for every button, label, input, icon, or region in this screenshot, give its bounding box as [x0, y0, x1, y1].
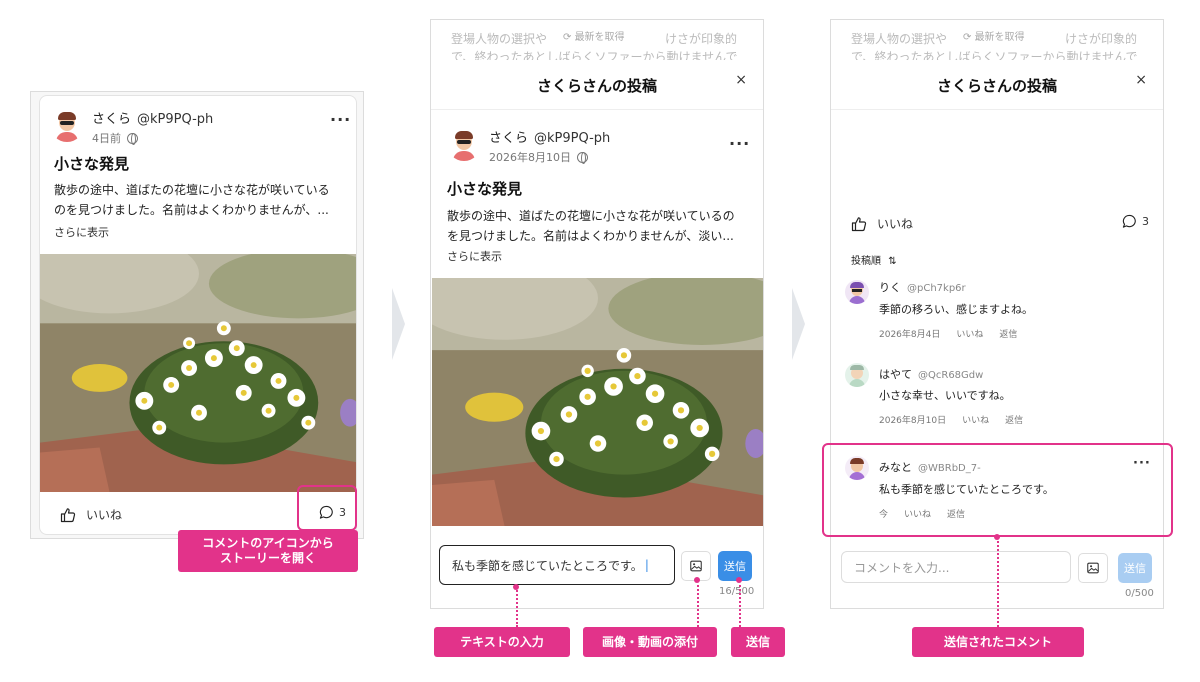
- send-button[interactable]: 送信: [718, 551, 752, 581]
- comment-input[interactable]: 私も季節を感じていたところです。 |: [439, 545, 675, 585]
- close-icon[interactable]: ×: [1135, 72, 1147, 88]
- modal-title: さくらさんの投稿: [536, 77, 657, 95]
- like-button[interactable]: いいね: [851, 215, 913, 232]
- callout-open-story: コメントのアイコンから ストーリーを開く: [178, 530, 358, 572]
- comment-meta: 2026年8月10日 いいね 返信: [879, 413, 1023, 426]
- sent-comment-highlight: [822, 443, 1173, 537]
- comment-text: 季節の移ろい、感じますよね。: [879, 303, 1033, 316]
- post-title: 小さな発見: [447, 180, 523, 198]
- comment-author: はやて @QcR68Gdw: [879, 368, 984, 381]
- comment-like-button[interactable]: いいね: [956, 327, 983, 340]
- close-icon[interactable]: ×: [735, 72, 747, 88]
- attach-image-button[interactable]: [1078, 553, 1108, 583]
- comment-input[interactable]: コメントを入力...: [841, 551, 1071, 583]
- post-author[interactable]: さくら @kP9PQ-ph 2026年8月10日: [447, 127, 610, 165]
- image-icon: [1086, 561, 1100, 575]
- modal-header: さくらさんの投稿 ×: [831, 60, 1163, 110]
- author-handle: @kP9PQ-ph: [137, 112, 214, 127]
- globe-icon: [127, 132, 138, 145]
- comment-count: 3: [1142, 215, 1149, 228]
- char-counter: 0/500: [1125, 588, 1154, 599]
- comment-meta: 2026年8月4日 いいね 返信: [879, 327, 1017, 340]
- show-more-link[interactable]: さらに表示: [447, 248, 502, 264]
- post-title: 小さな発見: [54, 155, 130, 173]
- post-card[interactable]: さくら @kP9PQ-ph 4日前 ··· 小さな発見 散歩の途中、道ばたの花壇に…: [39, 95, 357, 535]
- post-photo[interactable]: [40, 254, 357, 492]
- feed-card-frame: さくら @kP9PQ-ph 4日前 ··· 小さな発見 散歩の途中、道ばたの花壇に…: [30, 91, 364, 539]
- refresh-button[interactable]: ⟳ 最新を取得: [559, 28, 629, 43]
- callout-send: 送信: [731, 627, 785, 657]
- avatar[interactable]: [50, 108, 84, 142]
- comment-icon-highlight: [297, 485, 357, 531]
- post-photo[interactable]: [832, 112, 1164, 202]
- post-photo[interactable]: [432, 278, 764, 526]
- author-name: さくら: [92, 112, 132, 127]
- post-body: 散歩の途中、道ばたの花壇に小さな花が咲いているのを見つけました。名前はよくわかり…: [54, 183, 330, 217]
- post-date: 2026年8月10日: [489, 151, 571, 164]
- globe-icon: [577, 151, 588, 164]
- refresh-button[interactable]: ⟳ 最新を取得: [959, 28, 1029, 43]
- avatar[interactable]: [845, 363, 869, 387]
- callout-attach-media: 画像・動画の添付: [583, 627, 717, 657]
- comment-author: りく @pCh7kp6r: [879, 281, 966, 294]
- comment-icon: [1122, 214, 1137, 229]
- post-modal-compose: 登場人物の選択や けさが印象的 で、終わったあとしばらくソファーから動けませんで …: [430, 19, 764, 609]
- modal-header: さくらさんの投稿 ×: [431, 60, 763, 110]
- avatar[interactable]: [845, 280, 869, 304]
- like-button[interactable]: いいね: [60, 506, 122, 523]
- comment-button[interactable]: 3: [1122, 214, 1149, 229]
- callout-text-input: テキストの入力: [434, 627, 570, 657]
- thumbs-up-icon: [851, 216, 867, 232]
- modal-title: さくらさんの投稿: [936, 77, 1057, 95]
- post-author[interactable]: さくら @kP9PQ-ph 4日前: [50, 108, 213, 146]
- post-body: 散歩の途中、道ばたの花壇に小さな花が咲いているのを見つけました。名前はよくわかり…: [447, 209, 735, 243]
- step-arrow: [392, 288, 405, 360]
- comment-text: 小さな幸せ、いいですね。: [879, 389, 1011, 402]
- post-time: 4日前: [92, 132, 121, 145]
- comment-reply-button[interactable]: 返信: [999, 327, 1017, 340]
- send-button[interactable]: 送信: [1118, 553, 1152, 583]
- comment-like-button[interactable]: いいね: [962, 413, 989, 426]
- more-options-icon[interactable]: ···: [330, 112, 351, 128]
- show-more-link[interactable]: さらに表示: [54, 224, 109, 240]
- char-counter: 16/500: [719, 586, 755, 597]
- callout-sent-comment: 送信されたコメント: [912, 627, 1084, 657]
- image-icon: [689, 559, 703, 573]
- more-options-icon[interactable]: ···: [729, 136, 750, 152]
- step-arrow: [792, 288, 805, 360]
- thumbs-up-icon: [60, 507, 76, 523]
- sort-toggle[interactable]: 投稿順 ⇅: [851, 252, 897, 267]
- avatar[interactable]: [447, 127, 481, 161]
- comment-reply-button[interactable]: 返信: [1005, 413, 1023, 426]
